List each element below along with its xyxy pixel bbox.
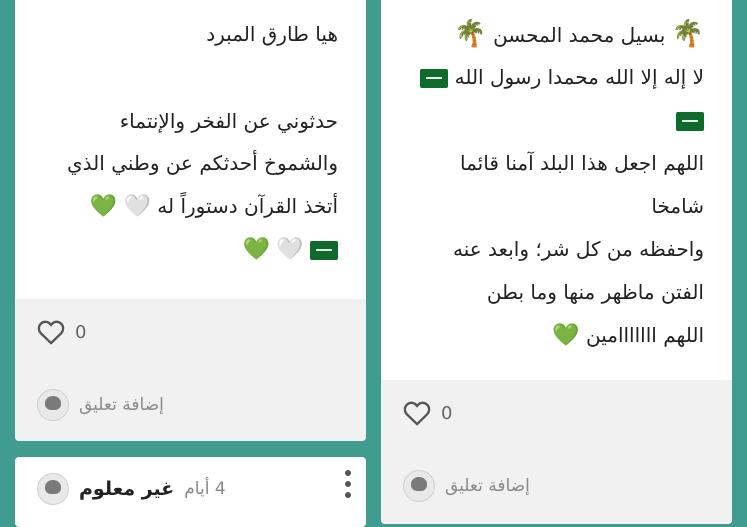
avatar — [403, 470, 435, 502]
like-button[interactable]: 0 — [403, 400, 452, 426]
post-author-line: 🌴 بسيل محمد المحسن 🌴 — [454, 19, 704, 50]
palm-tree-icon: 🌴 — [671, 19, 704, 49]
white-heart-icon: 🤍 — [276, 237, 304, 262]
like-button[interactable]: 0 — [37, 319, 86, 345]
post-time: 4 أيام — [184, 479, 226, 499]
add-comment-label: إضافة تعليق — [79, 395, 164, 415]
saudi-flag-icon — [420, 69, 449, 88]
heart-outline-icon — [403, 401, 431, 426]
vertical-dots-icon — [345, 470, 351, 498]
post-text-line-with-emoji: أتخذ القرآن دستوراً له 🤍 💚 — [90, 191, 338, 222]
like-count: 0 — [75, 321, 87, 343]
saudi-flag-icon — [310, 241, 338, 260]
emoji-line — [676, 105, 704, 135]
post-text: اللهم ااااااامين — [585, 323, 704, 347]
green-heart-icon: 💚 — [242, 237, 270, 262]
post-text-line: حدثوني عن الفخر والإنتماء — [119, 109, 338, 133]
post-text-line: والشموخ أحدثكم عن وطني الذي — [67, 151, 338, 175]
post-card-right: 🌴 بسيل محمد المحسن 🌴 لا إله إلا الله محم… — [381, 0, 732, 524]
post-header: غير معلوم 4 أيام — [37, 473, 226, 505]
add-comment-button[interactable]: إضافة تعليق — [403, 470, 530, 502]
post-text: لا إله إلا الله محمدا رسول الله — [454, 65, 704, 89]
post-body: 🌴 بسيل محمد المحسن 🌴 لا إله إلا الله محم… — [381, 0, 732, 380]
more-options-button[interactable] — [340, 467, 356, 501]
post-text-line: الفتن ماظهر منها وما بطن — [486, 280, 704, 304]
post-card-bottom: غير معلوم 4 أيام — [15, 457, 366, 527]
post-text: أتخذ القرآن دستوراً له — [157, 194, 338, 218]
post-text-line: لا إله إلا الله محمدا رسول الله — [420, 62, 704, 92]
post-card-left: هيا طارق المبرد حدثوني عن الفخر والإنتما… — [15, 0, 366, 441]
avatar[interactable] — [37, 473, 69, 505]
author-name[interactable]: غير معلوم — [79, 478, 174, 500]
post-title: هيا طارق المبرد — [206, 22, 338, 46]
add-comment-button[interactable]: إضافة تعليق — [37, 389, 164, 421]
palm-tree-icon: 🌴 — [454, 19, 487, 49]
heart-outline-icon — [37, 320, 65, 345]
post-footer: 0 إضافة تعليق — [381, 380, 732, 524]
emoji-line: 🤍 💚 — [242, 234, 338, 265]
post-author: بسيل محمد المحسن — [493, 23, 666, 47]
post-text-line: اللهم اجعل هذا البلد آمنا قائما — [460, 151, 704, 175]
avatar — [37, 389, 69, 421]
post-body: هيا طارق المبرد حدثوني عن الفخر والإنتما… — [15, 0, 366, 299]
like-count: 0 — [441, 402, 453, 424]
post-text-line-with-emoji: اللهم ااااااامين 💚 — [552, 320, 704, 351]
white-heart-icon: 🤍 — [123, 194, 151, 219]
green-heart-icon: 💚 — [89, 194, 118, 219]
post-footer: 0 إضافة تعليق — [15, 299, 366, 441]
saudi-flag-icon — [676, 112, 704, 131]
green-heart-icon: 💚 — [552, 323, 580, 348]
post-text-line: واحفظه من كل شر؛ وابعد عنه — [453, 237, 704, 261]
post-text-line: شامخا — [651, 194, 704, 218]
add-comment-label: إضافة تعليق — [445, 476, 530, 496]
